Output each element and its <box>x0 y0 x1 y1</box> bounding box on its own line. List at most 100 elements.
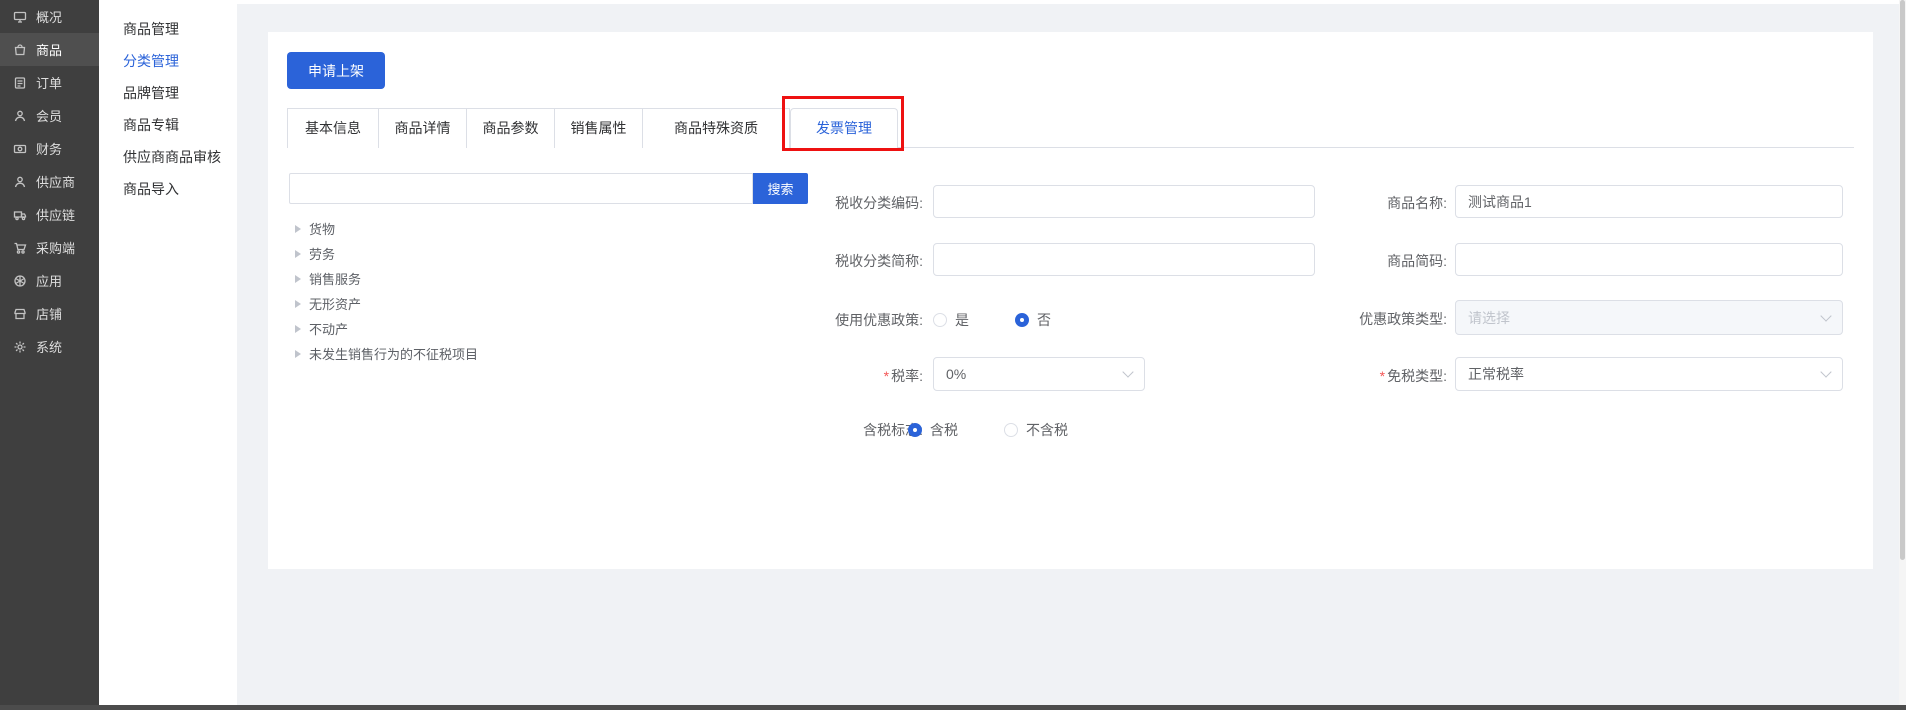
sidebar-item-label: 采购端 <box>36 238 75 257</box>
sidebar-item-label: 供应链 <box>36 205 75 224</box>
caret-right-icon[interactable] <box>295 275 301 283</box>
bottom-taskbar-edge <box>0 705 1906 710</box>
radio-no-label[interactable]: 否 <box>1037 310 1051 330</box>
vertical-scrollbar[interactable] <box>1899 0 1906 710</box>
tax-rate-value: 0% <box>946 366 966 382</box>
free-tax-value: 正常税率 <box>1468 364 1524 384</box>
top-strip <box>237 0 1906 4</box>
product-code-input[interactable] <box>1455 243 1843 276</box>
tree-item-label: 无形资产 <box>309 294 361 313</box>
radio-tax-excluded-label[interactable]: 不含税 <box>1026 420 1068 440</box>
supply-chain-icon <box>13 208 27 222</box>
free-tax-label-text: 免税类型: <box>1387 368 1447 384</box>
policy-type-placeholder: 请选择 <box>1468 308 1510 328</box>
caret-right-icon[interactable] <box>295 250 301 258</box>
caret-right-icon[interactable] <box>295 350 301 358</box>
caret-right-icon[interactable] <box>295 225 301 233</box>
sidebar-item-overview[interactable]: 概况 <box>0 0 99 33</box>
radio-tax-included[interactable] <box>908 423 922 437</box>
tree-item-goods[interactable]: 货物 <box>289 216 709 241</box>
tree-item-non-taxable[interactable]: 未发生销售行为的不征税项目 <box>289 341 709 366</box>
tax-included-radio-group: 含税 不含税 <box>908 420 1068 440</box>
radio-yes[interactable] <box>933 313 947 327</box>
tax-code-input[interactable] <box>933 185 1315 218</box>
scrollbar-thumb[interactable] <box>1900 0 1905 560</box>
sidebar-item-label: 财务 <box>36 139 62 158</box>
tax-short-label: 税收分类简称: <box>835 251 923 271</box>
sidebar-item-shop[interactable]: 店铺 <box>0 297 99 330</box>
tax-rate-label: *税率: <box>884 366 923 386</box>
sidebar-item-label: 订单 <box>36 73 62 92</box>
main-area: 申请上架 基本信息 商品详情 商品参数 销售属性 商品特殊资质 发票管理 搜索 … <box>237 0 1906 710</box>
sidebar-item-products[interactable]: 商品 <box>0 33 99 66</box>
search-button[interactable]: 搜索 <box>753 173 808 204</box>
supplier-icon <box>13 175 27 189</box>
caret-right-icon[interactable] <box>295 325 301 333</box>
tab-product-params[interactable]: 商品参数 <box>467 108 555 148</box>
tree-item-real-estate[interactable]: 不动产 <box>289 316 709 341</box>
submenu-item-supplier-product-review[interactable]: 供应商商品审核 <box>99 141 237 173</box>
tab-sales-attributes[interactable]: 销售属性 <box>555 108 643 148</box>
sidebar-item-finance[interactable]: 财务 <box>0 132 99 165</box>
tree-item-label: 劳务 <box>309 244 335 263</box>
submenu-item-product-management[interactable]: 商品管理 <box>99 13 237 45</box>
required-asterisk: * <box>1380 368 1385 384</box>
sidebar-item-label: 商品 <box>36 40 62 59</box>
sidebar-item-label: 会员 <box>36 106 62 125</box>
sidebar-item-members[interactable]: 会员 <box>0 99 99 132</box>
member-icon <box>13 109 27 123</box>
tree-item-label: 未发生销售行为的不征税项目 <box>309 344 478 363</box>
chevron-down-icon <box>1122 366 1133 377</box>
apps-icon <box>13 274 27 288</box>
product-code-label: 商品简码: <box>1387 251 1447 271</box>
sidebar-item-label: 供应商 <box>36 172 75 191</box>
order-icon <box>13 76 27 90</box>
tree-item-sales-services[interactable]: 销售服务 <box>289 266 709 291</box>
sidebar-item-orders[interactable]: 订单 <box>0 66 99 99</box>
sidebar-item-suppliers[interactable]: 供应商 <box>0 165 99 198</box>
submenu-item-category-management[interactable]: 分类管理 <box>99 45 237 77</box>
radio-tax-excluded[interactable] <box>1004 423 1018 437</box>
procurement-icon <box>13 241 27 255</box>
sidebar-item-label: 系统 <box>36 337 62 356</box>
content-card: 申请上架 基本信息 商品详情 商品参数 销售属性 商品特殊资质 发票管理 搜索 … <box>268 32 1873 569</box>
policy-type-label: 优惠政策类型: <box>1359 309 1447 329</box>
tab-product-detail[interactable]: 商品详情 <box>379 108 467 148</box>
bag-icon <box>13 43 27 57</box>
policy-type-select[interactable]: 请选择 <box>1455 300 1843 335</box>
free-tax-select[interactable]: 正常税率 <box>1455 357 1843 391</box>
sidebar-item-supply-chain[interactable]: 供应链 <box>0 198 99 231</box>
apply-listing-button[interactable]: 申请上架 <box>287 52 385 89</box>
primary-sidebar: 概况 商品 订单 会员 财务 供应商 供应链 采购端 应用 店铺 系统 <box>0 0 99 710</box>
chevron-down-icon <box>1820 366 1831 377</box>
caret-right-icon[interactable] <box>295 300 301 308</box>
system-icon <box>13 340 27 354</box>
sidebar-item-label: 店铺 <box>36 304 62 323</box>
tax-rate-select[interactable]: 0% <box>933 357 1145 391</box>
use-policy-label: 使用优惠政策: <box>835 310 923 330</box>
submenu-item-product-album[interactable]: 商品专辑 <box>99 109 237 141</box>
radio-tax-included-label[interactable]: 含税 <box>930 420 958 440</box>
tree-item-intangible-assets[interactable]: 无形资产 <box>289 291 709 316</box>
tree-item-label: 货物 <box>309 219 335 238</box>
sidebar-item-apps[interactable]: 应用 <box>0 264 99 297</box>
monitor-icon <box>13 10 27 24</box>
product-name-input[interactable] <box>1455 185 1843 218</box>
sidebar-item-system[interactable]: 系统 <box>0 330 99 363</box>
use-policy-radio-group: 是 否 <box>933 310 1051 330</box>
tab-special-qualifications[interactable]: 商品特殊资质 <box>643 108 790 148</box>
submenu-item-product-import[interactable]: 商品导入 <box>99 173 237 205</box>
tab-basic-info[interactable]: 基本信息 <box>287 108 379 148</box>
tab-invoice-management[interactable]: 发票管理 <box>790 108 898 149</box>
sidebar-item-procurement[interactable]: 采购端 <box>0 231 99 264</box>
radio-no[interactable] <box>1015 313 1029 327</box>
spacer <box>99 0 237 13</box>
category-search-input[interactable] <box>289 173 753 204</box>
submenu-item-brand-management[interactable]: 品牌管理 <box>99 77 237 109</box>
radio-yes-label[interactable]: 是 <box>955 310 969 330</box>
tree-item-labor[interactable]: 劳务 <box>289 241 709 266</box>
tax-short-input[interactable] <box>933 243 1315 276</box>
shop-icon <box>13 307 27 321</box>
sidebar-item-label: 概况 <box>36 7 62 26</box>
tab-bar: 基本信息 商品详情 商品参数 销售属性 商品特殊资质 发票管理 <box>287 108 1854 148</box>
